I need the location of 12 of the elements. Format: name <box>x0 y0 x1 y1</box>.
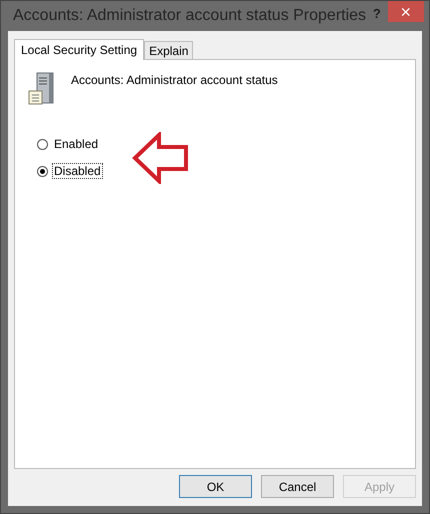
tab[interactable]: Local Security Setting <box>14 39 144 60</box>
policy-name: Accounts: Administrator account status <box>71 73 278 87</box>
radio-label[interactable]: Enabled <box>52 136 100 152</box>
radio-button[interactable] <box>37 166 48 176</box>
tab[interactable]: Explain <box>144 41 194 59</box>
close-button[interactable]: × <box>388 1 424 22</box>
left-arrow-drawing <box>132 132 190 184</box>
dialog-button[interactable]: OK <box>179 475 252 498</box>
radio-label[interactable]: Disabled <box>52 163 103 179</box>
window-title: Accounts: Administrator account status Properties <box>12 6 366 25</box>
dialog-button[interactable]: Cancel <box>261 475 334 498</box>
radio-button[interactable] <box>37 138 48 150</box>
